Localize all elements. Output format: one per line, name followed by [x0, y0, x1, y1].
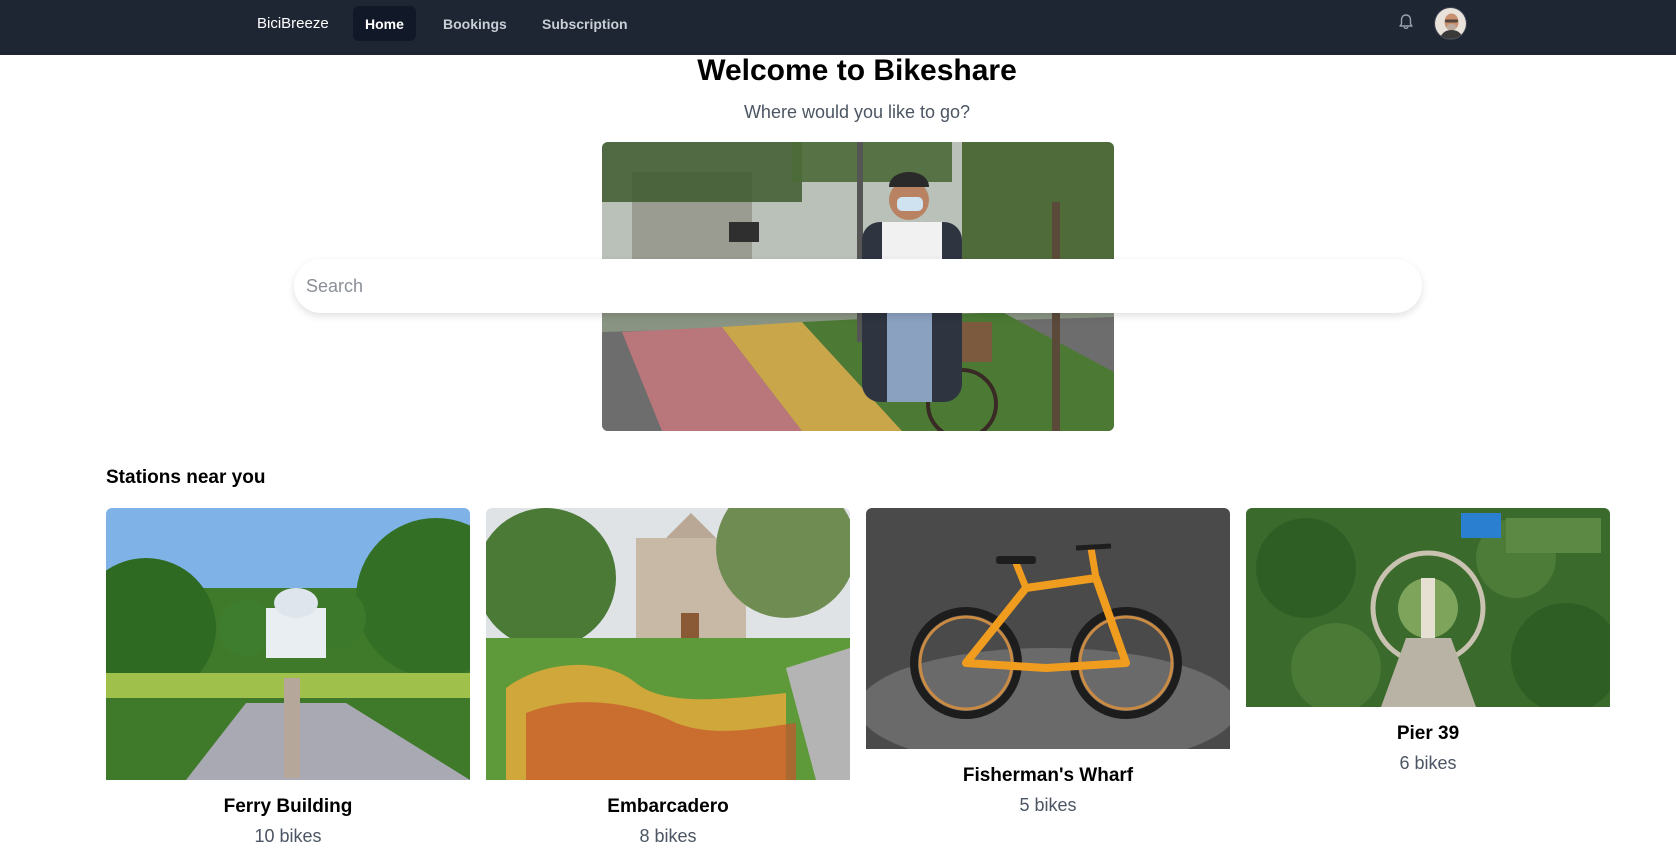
user-avatar[interactable] [1434, 7, 1467, 40]
station-image [1246, 508, 1610, 712]
top-navbar: BiciBreeze Home Bookings Subscription [0, 0, 1676, 55]
station-card-ferry-building[interactable]: Ferry Building 10 bikes [106, 508, 470, 847]
station-bike-count: 10 bikes [254, 826, 322, 846]
page-subtitle: Where would you like to go? [743, 102, 971, 122]
stations-section-title: Stations near you [106, 467, 266, 488]
nav-subscription-link[interactable]: Subscription [530, 6, 640, 41]
station-card-embarcadero[interactable]: Embarcadero 8 bikes [486, 508, 850, 847]
bell-icon[interactable] [1396, 12, 1416, 32]
station-name: Pier 39 [1396, 723, 1460, 744]
station-image [866, 508, 1230, 754]
nav-home-link[interactable]: Home [353, 6, 416, 41]
station-bike-count: 6 bikes [1399, 753, 1457, 773]
station-bike-count: 8 bikes [639, 826, 697, 846]
station-name: Ferry Building [223, 796, 353, 817]
search-input[interactable] [294, 259, 1422, 313]
station-image [486, 508, 850, 785]
station-name: Embarcadero [607, 796, 729, 817]
station-card-fishermans-wharf[interactable]: Fisherman's Wharf 5 bikes [866, 508, 1230, 816]
station-name: Fisherman's Wharf [962, 765, 1134, 786]
station-bike-count: 5 bikes [1019, 795, 1077, 815]
station-card-pier-39[interactable]: Pier 39 6 bikes [1246, 508, 1610, 774]
page-title: Welcome to Bikeshare [697, 54, 1017, 87]
station-image [106, 508, 470, 785]
brand-logo-text[interactable]: BiciBreeze [257, 14, 329, 34]
nav-bookings-link[interactable]: Bookings [431, 6, 519, 41]
